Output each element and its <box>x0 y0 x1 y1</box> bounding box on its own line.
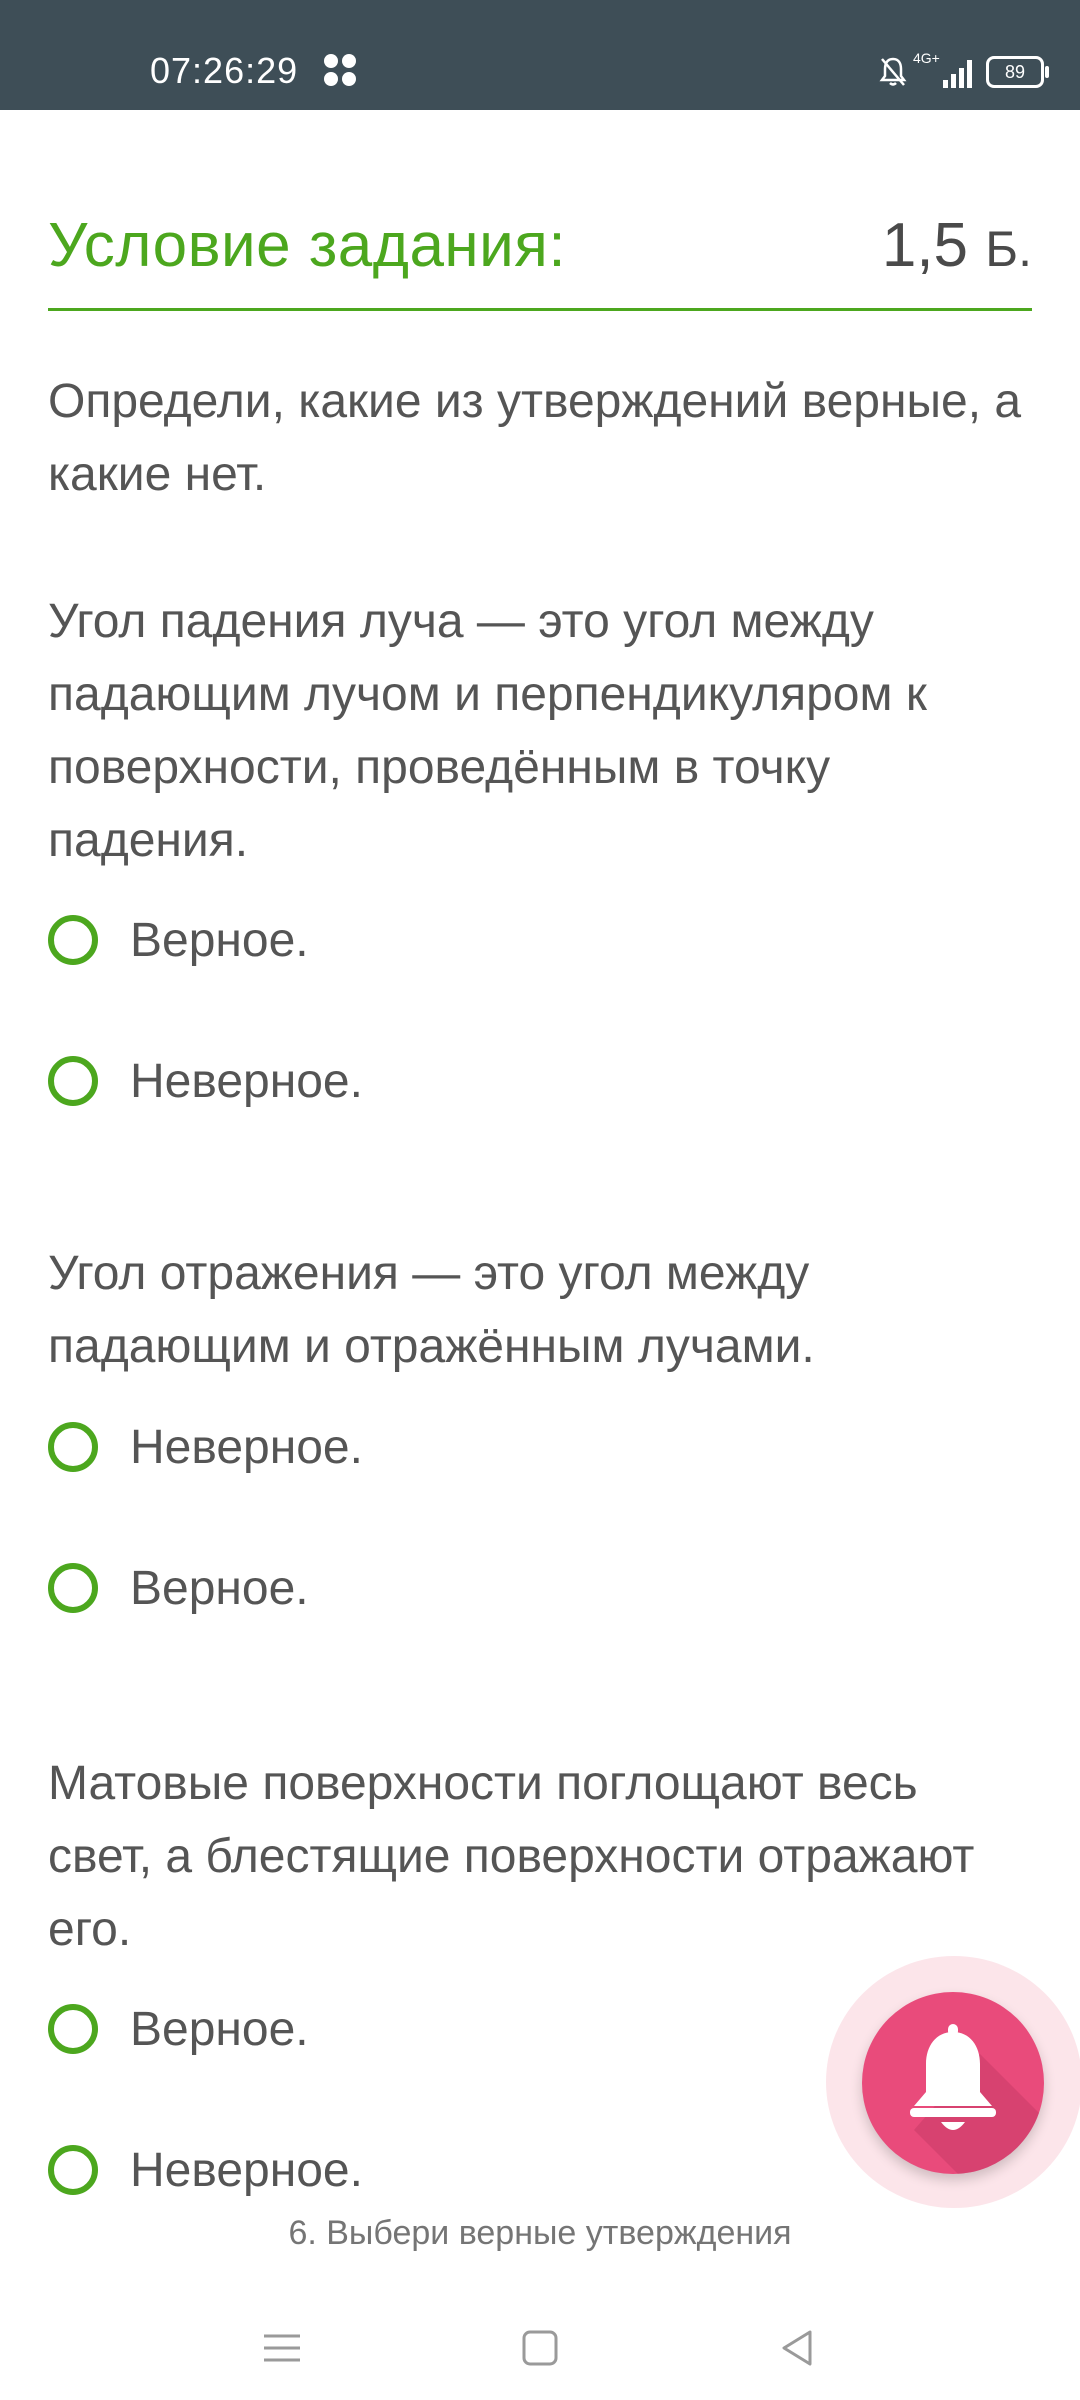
q3-option-1[interactable]: Верное. <box>48 1997 309 2061</box>
bell-off-icon <box>879 57 907 86</box>
footer-caption: 6. Выбери верные утверждения <box>288 2214 792 2252</box>
q1-option-1[interactable]: Верное. <box>48 908 309 972</box>
radio-button[interactable] <box>48 1056 98 1106</box>
option-label: Верное. <box>130 913 309 967</box>
task-header: Условие задания: 1,5 Б. <box>48 210 1032 311</box>
radio-button[interactable] <box>48 2004 98 2054</box>
radio-button[interactable] <box>48 915 98 965</box>
system-nav-bar <box>0 2290 1080 2400</box>
option-label: Верное. <box>130 2002 309 2056</box>
q2-option-1[interactable]: Неверное. <box>48 1415 363 1479</box>
statement-1: Угол падения луча — это угол между падаю… <box>48 595 927 867</box>
radio-button[interactable] <box>48 1422 98 1472</box>
q3-option-2[interactable]: Неверное. <box>48 2138 363 2202</box>
bell-icon <box>910 2024 1044 2174</box>
option-label: Неверное. <box>130 2143 363 2197</box>
status-bar: 07:26:29 4G+ 89 <box>0 0 1080 110</box>
home-button[interactable] <box>500 2308 580 2388</box>
option-label: Неверное. <box>130 1054 363 1108</box>
task-points: 1,5 Б. <box>882 210 1032 281</box>
option-label: Неверное. <box>130 1420 363 1474</box>
task-title: Условие задания: <box>48 211 567 280</box>
points-unit: Б. <box>985 221 1032 277</box>
network-label: 4G+ <box>913 50 940 66</box>
radio-button[interactable] <box>48 1563 98 1613</box>
points-value: 1,5 <box>881 211 969 280</box>
signal-4g-icon: 4G+ <box>913 50 972 88</box>
battery-level: 89 <box>1004 61 1026 82</box>
status-icons: 4G+ 89 <box>879 50 1049 92</box>
back-button[interactable] <box>758 2308 838 2388</box>
statement-3: Матовые поверхности поглощают весь свет,… <box>48 1757 975 1956</box>
statement-2: Угол отражения — это угол между падающим… <box>48 1247 815 1373</box>
home-icon <box>522 2330 558 2366</box>
back-icon <box>782 2330 812 2366</box>
notifications-button[interactable] <box>862 1992 1044 2174</box>
option-label: Верное. <box>130 1561 309 1615</box>
status-time: 07:26:29 <box>150 50 299 91</box>
menu-icon <box>264 2334 300 2362</box>
radio-button[interactable] <box>48 2145 98 2195</box>
notification-dots-icon <box>324 54 360 90</box>
q2-option-2[interactable]: Верное. <box>48 1556 309 1620</box>
battery-icon: 89 <box>986 56 1049 88</box>
instruction-text: Определи, какие из утверждений верные, а… <box>48 375 1022 501</box>
menu-button[interactable] <box>242 2308 322 2388</box>
q1-option-2[interactable]: Неверное. <box>48 1049 363 1113</box>
